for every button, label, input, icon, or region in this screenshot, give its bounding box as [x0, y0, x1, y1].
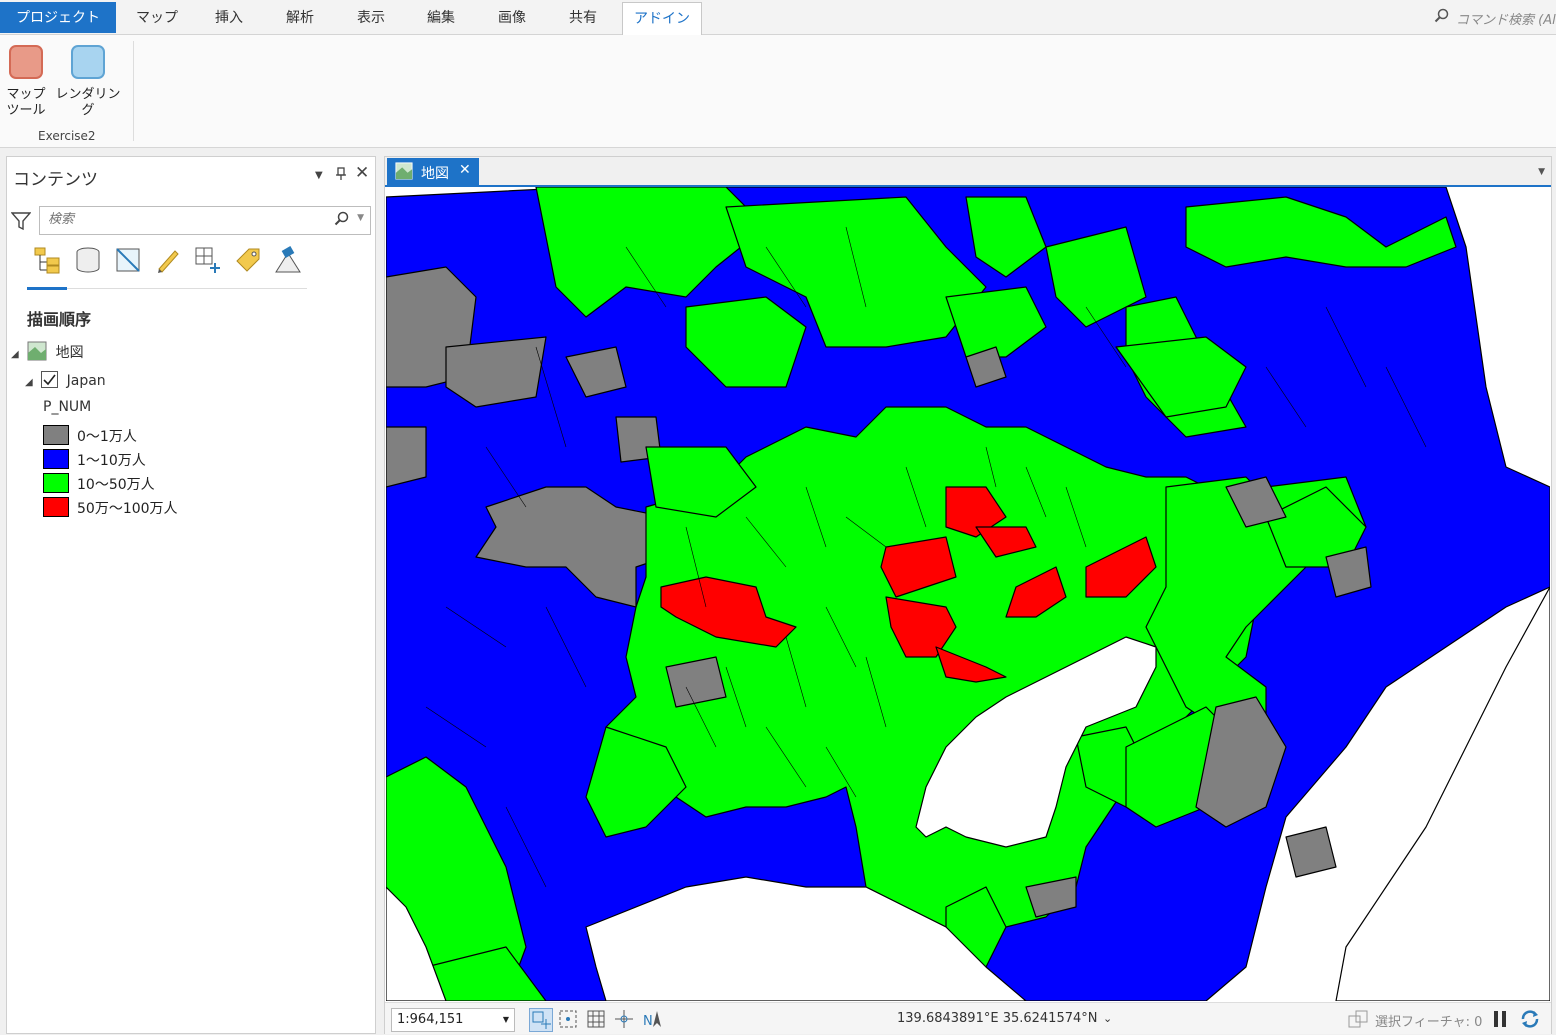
map-tab-label: 地図: [421, 166, 449, 182]
contents-search-box[interactable]: ▼: [39, 206, 371, 235]
map-icon: [27, 341, 47, 365]
map-canvas[interactable]: [386, 187, 1550, 1001]
constraint-icon[interactable]: [613, 1008, 635, 1030]
tab-share[interactable]: 共有: [548, 2, 618, 34]
tab-insert[interactable]: 挿入: [194, 2, 264, 34]
map-icon: [395, 162, 413, 184]
filter-icon[interactable]: [10, 211, 32, 235]
selection-icon[interactable]: [113, 245, 143, 275]
tab-list-dropdown-icon[interactable]: ▼: [1538, 167, 1545, 177]
contents-pane: コンテンツ ▼ ✕ ▼: [6, 156, 376, 1034]
north-arrow-icon[interactable]: N: [641, 1008, 663, 1030]
ribbon: マップ ツール レンダリング Exercise2: [0, 35, 1556, 148]
chevron-down-icon[interactable]: ⌄: [1103, 1012, 1112, 1025]
tab-edit[interactable]: 編集: [406, 2, 476, 34]
map-tool-icon: [9, 45, 43, 79]
search-icon[interactable]: [334, 211, 350, 231]
contents-title: コンテンツ: [13, 170, 98, 190]
svg-text:N: N: [643, 1014, 653, 1029]
layer-node[interactable]: ◢ Japan: [25, 371, 106, 392]
search-dropdown-icon[interactable]: ▼: [357, 213, 364, 223]
map-tab-bar: 地図 ✕ ▼: [385, 157, 1551, 187]
layer-label: Japan: [66, 373, 106, 389]
close-icon[interactable]: ✕: [355, 163, 369, 183]
legend-swatch: [43, 449, 69, 469]
snapping-toggle-icon[interactable]: [557, 1008, 579, 1030]
tab-project[interactable]: プロジェクト: [0, 2, 116, 33]
legend-label: 50万〜100万人: [77, 501, 178, 517]
tab-map[interactable]: マップ: [122, 2, 192, 34]
legend-swatch: [43, 497, 69, 517]
layer-visibility-checkbox[interactable]: [41, 371, 59, 392]
map-tool-label-1: マップ: [6, 87, 46, 102]
map-tool-button[interactable]: マップ ツール: [4, 41, 48, 119]
tab-addin[interactable]: アドイン: [622, 2, 702, 35]
scale-value: 1:964,151: [397, 1012, 464, 1027]
pane-menu-icon[interactable]: ▼: [315, 170, 323, 181]
choropleth-map: [386, 187, 1550, 1001]
grid-icon[interactable]: [585, 1008, 607, 1030]
region-gray: [1285, 826, 1337, 878]
legend-swatch: [43, 425, 69, 445]
tab-analysis[interactable]: 解析: [265, 2, 335, 34]
close-icon[interactable]: ✕: [459, 162, 471, 178]
editing-icon[interactable]: [153, 245, 183, 275]
pin-icon[interactable]: [335, 167, 347, 185]
legend-swatch: [43, 473, 69, 493]
legend-label: 10〜50万人: [77, 477, 155, 493]
perspective-imagery-icon[interactable]: [273, 245, 303, 275]
view-toolbar-divider: [27, 288, 307, 289]
refresh-icon[interactable]: [1519, 1008, 1541, 1030]
ribbon-group-separator: [133, 41, 134, 141]
search-icon: [1434, 8, 1450, 28]
rendering-icon: [71, 45, 105, 79]
tab-view[interactable]: 表示: [336, 2, 406, 34]
drawing-order-icon[interactable]: [33, 245, 63, 275]
tab-map-view[interactable]: 地図 ✕: [387, 158, 479, 185]
command-search[interactable]: コマンド検索 (Al: [1426, 6, 1556, 28]
pause-icon[interactable]: [1489, 1008, 1511, 1030]
ribbon-group-label: Exercise2: [38, 129, 96, 143]
contents-search-input[interactable]: [46, 211, 320, 228]
region-gray: [445, 336, 547, 408]
field-label: P_NUM: [43, 399, 92, 415]
legend-label: 0〜1万人: [77, 429, 137, 445]
region-gray: [386, 426, 427, 488]
rendering-label: レンダリング: [55, 87, 121, 118]
fixed-zoom-icon[interactable]: [529, 1008, 553, 1032]
selection-icon: [1347, 1008, 1369, 1030]
scale-selector[interactable]: 1:964,151 ▼: [391, 1008, 515, 1032]
active-view-indicator: [27, 287, 67, 290]
snapping-icon[interactable]: [193, 245, 223, 275]
coordinate-readout: 139.6843891°E 35.6241574°N: [897, 1011, 1098, 1026]
drawing-order-heading: 描画順序: [27, 310, 92, 329]
tab-imagery[interactable]: 画像: [477, 2, 547, 34]
map-node[interactable]: ◢ 地図: [11, 341, 84, 365]
labeling-icon[interactable]: [233, 245, 263, 275]
contents-view-toolbar: [27, 243, 317, 283]
rendering-button[interactable]: レンダリング: [52, 41, 124, 119]
ribbon-tab-bar: プロジェクト マップ 挿入 解析 表示 編集 画像 共有 アドイン コマンド検索…: [0, 0, 1556, 35]
expand-icon[interactable]: ◢: [25, 377, 33, 388]
map-node-label: 地図: [55, 345, 84, 361]
map-tool-label-2: ツール: [6, 103, 46, 118]
expand-icon[interactable]: ◢: [11, 349, 19, 360]
data-source-icon[interactable]: [73, 245, 103, 275]
map-status-bar: 1:964,151 ▼ N 139.6843891°E 35.6241574°N…: [385, 1002, 1551, 1034]
map-view: 地図 ✕ ▼ 1:964,151 ▼ N 139.6843891°E 35.62…: [384, 156, 1552, 1034]
legend-label: 1〜10万人: [77, 453, 146, 469]
selected-features-count: 選択フィーチャ: 0: [1375, 1015, 1483, 1030]
chevron-down-icon[interactable]: ▼: [503, 1015, 509, 1024]
command-search-placeholder: コマンド検索 (Al: [1456, 13, 1556, 28]
